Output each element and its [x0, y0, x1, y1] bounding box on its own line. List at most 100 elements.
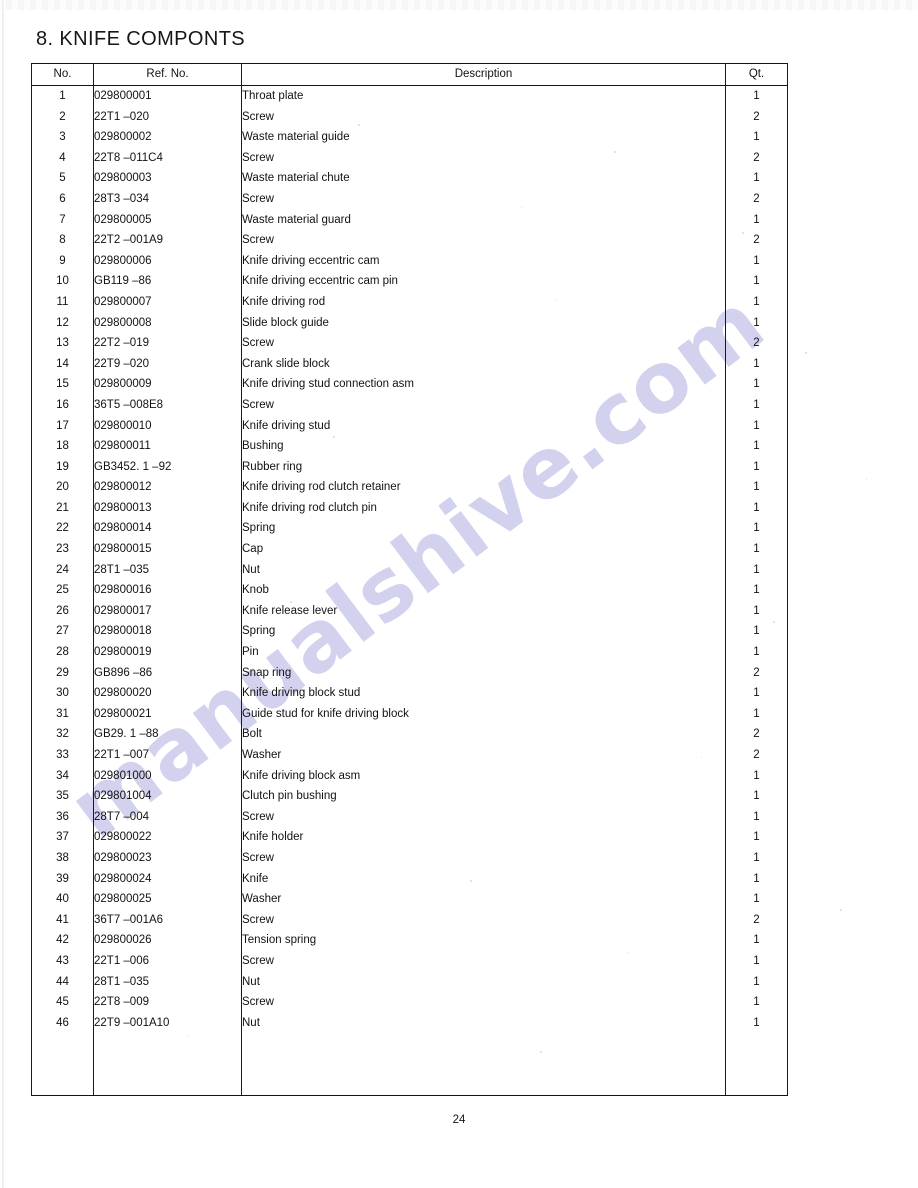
cell-qt: 1: [726, 601, 788, 622]
cell-description: Nut: [242, 1013, 726, 1034]
cell-qt: 1: [726, 951, 788, 972]
cell-qt: 1: [726, 292, 788, 313]
cell-empty: [32, 1054, 94, 1075]
table-row: 37 029800022 Knife holder 1: [32, 827, 788, 848]
cell-no: 20: [32, 477, 94, 498]
cell-empty: [726, 1054, 788, 1075]
cell-no: 45: [32, 992, 94, 1013]
cell-description: Knife driving block stud: [242, 683, 726, 704]
cell-qt: 1: [726, 518, 788, 539]
cell-no: 5: [32, 168, 94, 189]
cell-ref-no: 22T8 –011C4: [94, 148, 242, 169]
cell-description: Screw: [242, 951, 726, 972]
table-row: 45 22T8 –009 Screw 1: [32, 992, 788, 1013]
cell-no: 40: [32, 889, 94, 910]
cell-no: 11: [32, 292, 94, 313]
table-row: 29 GB896 –86 Snap ring 2: [32, 663, 788, 684]
cell-ref-no: 029800024: [94, 869, 242, 890]
cell-description: Knife driving rod: [242, 292, 726, 313]
cell-empty: [242, 1075, 726, 1096]
cell-ref-no: 36T7 –001A6: [94, 910, 242, 931]
cell-description: Pin: [242, 642, 726, 663]
cell-no: 44: [32, 972, 94, 993]
column-header-ref-no: Ref. No.: [94, 64, 242, 86]
cell-ref-no: 029800017: [94, 601, 242, 622]
cell-ref-no: 22T9 –001A10: [94, 1013, 242, 1034]
cell-ref-no: 029800025: [94, 889, 242, 910]
cell-ref-no: 029800023: [94, 848, 242, 869]
table-row: 33 22T1 –007 Washer 2: [32, 745, 788, 766]
cell-qt: 1: [726, 457, 788, 478]
cell-ref-no: 029800006: [94, 251, 242, 272]
cell-ref-no: 029800002: [94, 127, 242, 148]
cell-empty: [94, 1075, 242, 1096]
cell-no: 29: [32, 663, 94, 684]
cell-no: 1: [32, 86, 94, 107]
page-title: 8. KNIFE COMPONTS: [36, 28, 245, 51]
table-row: 18 029800011 Bushing 1: [32, 436, 788, 457]
cell-no: 8: [32, 230, 94, 251]
cell-qt: 1: [726, 354, 788, 375]
table-row: 27 029800018 Spring 1: [32, 621, 788, 642]
cell-no: 37: [32, 827, 94, 848]
table-header-row: No. Ref. No. Description Qt.: [32, 64, 788, 86]
table-row: 25 029800016 Knob 1: [32, 580, 788, 601]
cell-description: Knob: [242, 580, 726, 601]
parts-table: No. Ref. No. Description Qt. 1 029800001 T…: [31, 63, 788, 1096]
table-row: 46 22T9 –001A10 Nut 1: [32, 1013, 788, 1034]
cell-no: 17: [32, 416, 94, 437]
table-row: 7 029800005 Waste material guard 1: [32, 210, 788, 231]
table-row: 30 029800020 Knife driving block stud 1: [32, 683, 788, 704]
cell-description: Screw: [242, 395, 726, 416]
cell-no: 14: [32, 354, 94, 375]
cell-qt: 1: [726, 1013, 788, 1034]
cell-description: Crank slide block: [242, 354, 726, 375]
table-row: 6 28T3 –034 Screw 2: [32, 189, 788, 210]
cell-no: 35: [32, 786, 94, 807]
scan-speckle: [840, 909, 842, 911]
cell-no: 34: [32, 766, 94, 787]
cell-description: Screw: [242, 148, 726, 169]
table-row: 2 22T1 –020 Screw 2: [32, 107, 788, 128]
cell-no: 2: [32, 107, 94, 128]
cell-description: Nut: [242, 560, 726, 581]
cell-qt: 2: [726, 910, 788, 931]
cell-description: Screw: [242, 848, 726, 869]
table-row: 20 029800012 Knife driving rod clutch reta…: [32, 477, 788, 498]
cell-qt: 1: [726, 786, 788, 807]
cell-description: Slide block guide: [242, 313, 726, 334]
cell-description: Screw: [242, 807, 726, 828]
cell-no: 28: [32, 642, 94, 663]
cell-no: 9: [32, 251, 94, 272]
cell-description: Screw: [242, 107, 726, 128]
cell-description: Screw: [242, 333, 726, 354]
cell-qt: 1: [726, 807, 788, 828]
cell-qt: 1: [726, 580, 788, 601]
cell-empty: [242, 1033, 726, 1054]
cell-ref-no: 22T2 –001A9: [94, 230, 242, 251]
cell-empty: [94, 1033, 242, 1054]
cell-ref-no: 22T2 –019: [94, 333, 242, 354]
cell-qt: 1: [726, 251, 788, 272]
cell-ref-no: 029800021: [94, 704, 242, 725]
cell-description: Nut: [242, 972, 726, 993]
table-row: 11 029800007 Knife driving rod 1: [32, 292, 788, 313]
table-row: 4 22T8 –011C4 Screw 2: [32, 148, 788, 169]
cell-qt: 2: [726, 148, 788, 169]
cell-qt: 1: [726, 86, 788, 107]
cell-ref-no: 029800008: [94, 313, 242, 334]
cell-description: Waste material guard: [242, 210, 726, 231]
cell-qt: 1: [726, 642, 788, 663]
table-row: 8 22T2 –001A9 Screw 2: [32, 230, 788, 251]
parts-table-container: No. Ref. No. Description Qt. 1 029800001 T…: [31, 63, 787, 1092]
cell-description: Knife driving eccentric cam pin: [242, 271, 726, 292]
cell-ref-no: 029800026: [94, 930, 242, 951]
cell-description: Knife driving rod clutch pin: [242, 498, 726, 519]
table-row-empty: [32, 1033, 788, 1054]
table-row: 43 22T1 –006 Screw 1: [32, 951, 788, 972]
cell-qt: 2: [726, 724, 788, 745]
table-row: 44 28T1 –035 Nut 1: [32, 972, 788, 993]
cell-ref-no: 22T1 –020: [94, 107, 242, 128]
table-row: 5 029800003 Waste material chute 1: [32, 168, 788, 189]
cell-ref-no: 029800011: [94, 436, 242, 457]
